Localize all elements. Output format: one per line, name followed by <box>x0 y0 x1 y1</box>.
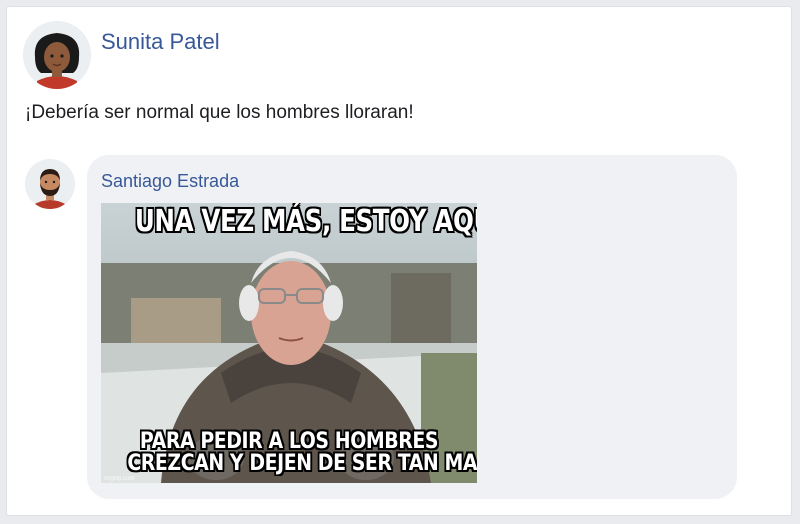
post-card: Sunita Patel ¡Debería ser normal que los… <box>6 6 792 516</box>
man-avatar-icon <box>25 159 75 209</box>
reply-author-avatar[interactable] <box>25 159 75 209</box>
reply-bubble: Santiago Estrada UNA VEZ MÁS, ESTOY AQUÍ… <box>87 155 737 499</box>
meme-bottom-caption: PARA PEDIR A LOS HOMBRES CREZCAN Y DEJEN… <box>127 429 477 476</box>
post-text: ¡Debería ser normal que los hombres llor… <box>25 102 414 123</box>
post-author-name[interactable]: Sunita Patel <box>101 29 220 55</box>
woman-avatar-icon <box>23 21 91 89</box>
reply-author-name[interactable]: Santiago Estrada <box>101 171 239 192</box>
meme-watermark: imgflip.com <box>104 476 135 482</box>
meme-bottom-line-2: CREZCAN Y DEJEN DE SER TAN MARICAS <box>127 451 477 476</box>
author-avatar[interactable] <box>23 21 91 89</box>
meme-bottom-line-1: PARA PEDIR A LOS HOMBRES <box>139 429 439 454</box>
meme-top-caption: UNA VEZ MÁS, ESTOY AQUÍ <box>134 204 477 239</box>
meme-image[interactable]: UNA VEZ MÁS, ESTOY AQUÍ PARA PEDIR A LOS… <box>101 203 477 483</box>
